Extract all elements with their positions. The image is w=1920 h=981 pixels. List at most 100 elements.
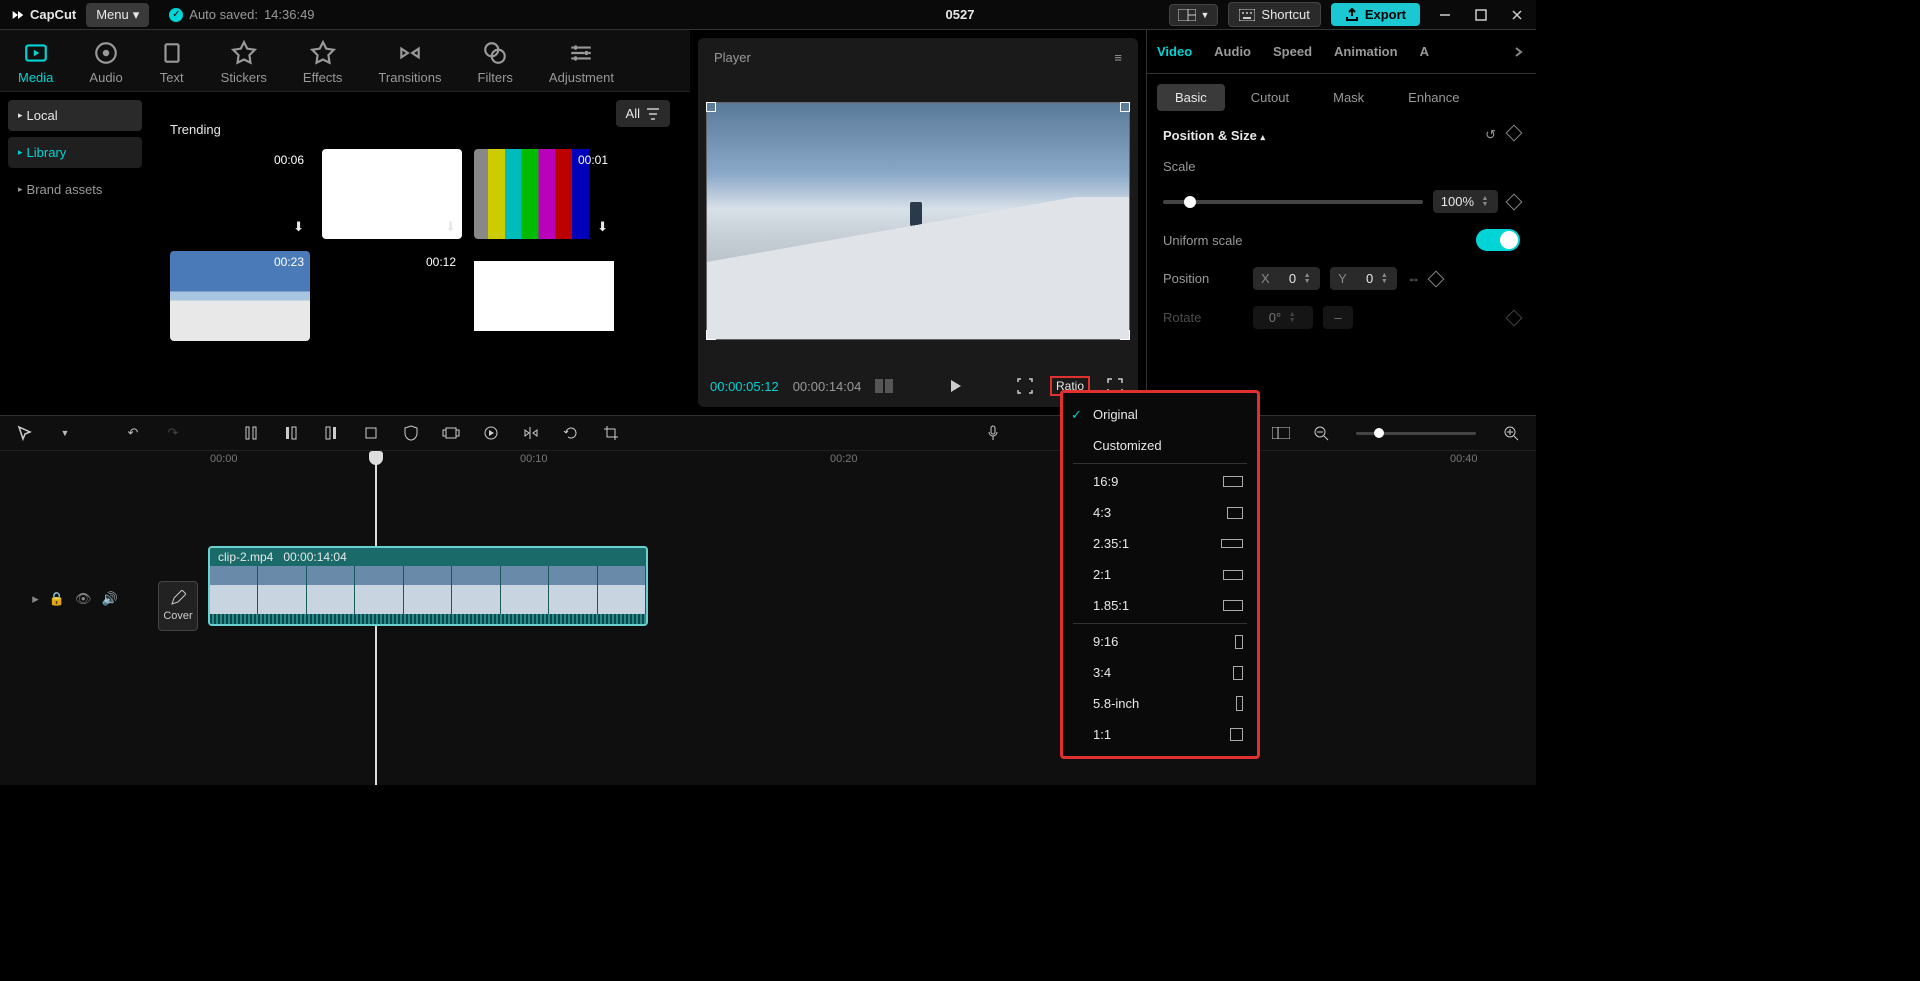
crop-tool[interactable] [360,422,382,444]
filter-label: All [626,106,640,121]
subtab-cutout[interactable]: Cutout [1233,84,1307,111]
mic-icon[interactable] [982,422,1004,444]
ratio-option-1-1[interactable]: 1:1 [1063,719,1257,750]
player-menu-icon[interactable]: ≡ [1114,50,1122,65]
keyframe-icon[interactable] [1506,125,1523,142]
media-tab-media[interactable]: Media [0,30,71,91]
export-button[interactable]: Export [1331,3,1420,26]
media-thumbnail[interactable] [474,251,614,341]
ratio-option-9-16[interactable]: 9:16 [1063,626,1257,657]
minimize-button[interactable] [1436,6,1454,24]
ratio-option-customized[interactable]: Customized [1063,430,1257,461]
resize-handle-br[interactable] [1120,330,1130,340]
keyframe-icon[interactable] [1428,270,1445,287]
ratio-option-16-9[interactable]: 16:9 [1063,466,1257,497]
ratio-option-3-4[interactable]: 3:4 [1063,657,1257,688]
scale-value[interactable]: 100%▲▼ [1433,190,1498,213]
sidebar-item-brand-assets[interactable]: ▸Brand assets [8,174,142,205]
reset-icon[interactable]: ↺ [1485,127,1496,143]
resize-handle-tl[interactable] [706,102,716,112]
sidebar-item-library[interactable]: ▸Library [8,137,142,168]
ratio-option-2-35-1[interactable]: 2.35:1 [1063,528,1257,559]
export-label: Export [1365,7,1406,22]
crop2-icon[interactable] [600,422,622,444]
shortcut-button[interactable]: Shortcut [1228,2,1320,27]
keyframe-icon[interactable] [1506,193,1523,210]
trim-left-tool[interactable] [280,422,302,444]
inspector-tab-video[interactable]: Video [1157,44,1192,59]
inspector-tab-a[interactable]: A [1420,44,1429,59]
play-button[interactable] [944,375,966,397]
subtab-mask[interactable]: Mask [1315,84,1382,111]
position-y-input[interactable]: Y 0▲▼ [1330,267,1397,290]
maximize-button[interactable] [1472,6,1490,24]
zoom-slider[interactable] [1356,432,1476,435]
trim-right-tool[interactable] [320,422,342,444]
media-tab-effects[interactable]: Effects [285,30,361,91]
redo-button[interactable]: ↷ [162,422,184,444]
video-frame[interactable] [706,102,1130,341]
ratio-option-2-1[interactable]: 2:1 [1063,559,1257,590]
eye-icon[interactable]: 👁 [75,591,92,607]
ratio-option-5-8-inch[interactable]: 5.8-inch [1063,688,1257,719]
download-icon[interactable]: ⬇ [293,219,304,235]
frames-icon[interactable] [440,422,462,444]
track-toggle-icon[interactable] [1270,422,1292,444]
zoom-in-button[interactable] [1500,422,1522,444]
expand-icon[interactable]: ▸ [32,591,39,607]
download-icon[interactable]: ⬇ [293,321,304,337]
inspector-tab-speed[interactable]: Speed [1273,44,1312,59]
rotate-dial[interactable]: – [1323,306,1353,329]
ratio-option-original[interactable]: ✓ Original [1063,399,1257,430]
ratio-option-1-85-1[interactable]: 1.85:1 [1063,590,1257,621]
media-thumbnail[interactable]: 00:12 [322,251,462,341]
close-button[interactable] [1508,6,1526,24]
speaker-icon[interactable]: 🔊 [102,591,118,607]
chevron-down-icon[interactable]: ▼ [54,422,76,444]
compare-icon[interactable] [875,379,895,393]
split-tool[interactable] [240,422,262,444]
mirror-icon[interactable] [520,422,542,444]
reverse-icon[interactable] [480,422,502,444]
zoom-out-button[interactable] [1310,422,1332,444]
resize-handle-tr[interactable] [1120,102,1130,112]
undo-button[interactable]: ↶ [122,422,144,444]
media-tab-audio[interactable]: Audio [71,30,140,91]
subtab-basic[interactable]: Basic [1157,84,1225,111]
position-x-input[interactable]: X 0▲▼ [1253,267,1320,290]
ratio-option-4-3[interactable]: 4:3 [1063,497,1257,528]
subtab-enhance[interactable]: Enhance [1390,84,1477,111]
media-thumbnail[interactable]: ⬇ [322,149,462,239]
cursor-tool[interactable] [14,422,36,444]
layout-button[interactable]: ▼ [1169,4,1218,26]
media-tab-adjustment[interactable]: Adjustment [531,30,632,91]
filter-button[interactable]: All [616,100,670,127]
download-icon[interactable]: ⬇ [445,219,456,235]
uniform-scale-toggle[interactable] [1476,229,1520,251]
media-tab-text[interactable]: Text [141,30,203,91]
more-tabs-icon[interactable] [1512,45,1526,59]
scale-slider[interactable] [1163,200,1423,204]
keyframe-icon[interactable] [1506,309,1523,326]
scan-icon[interactable] [1014,375,1036,397]
sidebar-item-local[interactable]: ▸Local [8,100,142,131]
media-thumbnail[interactable]: 00:23⬇ [170,251,310,341]
media-tab-filters[interactable]: Filters [460,30,531,91]
inspector-tab-animation[interactable]: Animation [1334,44,1398,59]
shield-icon[interactable] [400,422,422,444]
menu-button[interactable]: Menu ▾ [86,3,149,27]
link-icon[interactable]: ⇔ [1407,271,1420,286]
lock-icon[interactable]: 🔒 [49,591,65,607]
media-thumbnail[interactable]: 00:06⬇ [170,149,310,239]
download-icon[interactable]: ⬇ [597,219,608,235]
rotate-input[interactable]: 0°▲▼ [1253,306,1313,329]
inspector-tab-audio[interactable]: Audio [1214,44,1251,59]
resize-handle-bl[interactable] [706,330,716,340]
video-clip[interactable]: clip-2.mp4 00:00:14:04 [208,546,648,626]
media-tab-transitions[interactable]: Transitions [360,30,459,91]
player-viewport[interactable] [706,77,1130,365]
rotate-icon[interactable] [560,422,582,444]
media-thumbnail[interactable]: 00:01⬇ [474,149,614,239]
timeline-ruler[interactable]: 00:00 00:10 00:20 00:40 [150,451,1536,473]
media-tab-stickers[interactable]: Stickers [203,30,285,91]
